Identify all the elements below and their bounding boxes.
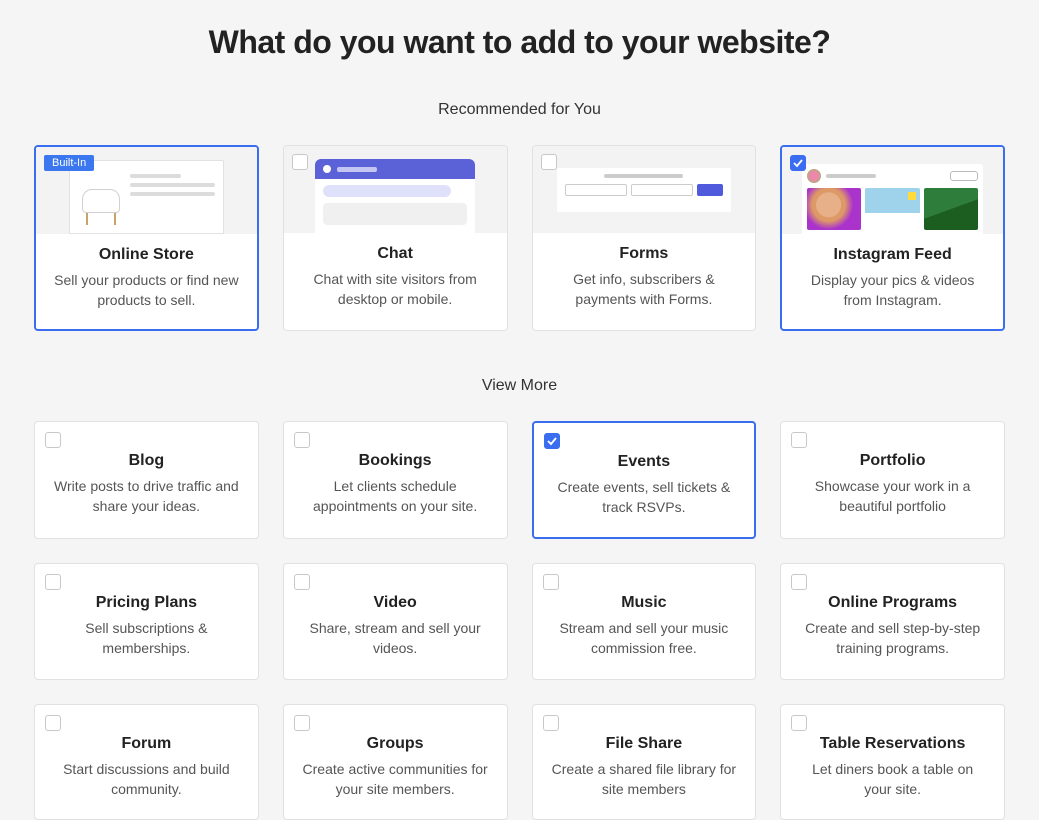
card-thumbnail <box>533 146 756 233</box>
view-more-label: View More <box>34 377 1005 395</box>
card-checkbox[interactable] <box>45 574 61 590</box>
card-desc: Sell your products or find new products … <box>50 270 243 311</box>
card-blog[interactable]: Blog Write posts to drive traffic and sha… <box>34 421 259 540</box>
card-checkbox[interactable] <box>791 715 807 731</box>
card-portfolio[interactable]: Portfolio Showcase your work in a beautif… <box>780 421 1005 540</box>
card-title: Forum <box>53 735 240 753</box>
card-desc: Create events, sell tickets & track RSVP… <box>552 477 737 518</box>
card-title: Events <box>552 453 737 471</box>
card-title: Instagram Feed <box>796 246 989 264</box>
card-groups[interactable]: Groups Create active communities for your… <box>283 704 508 820</box>
card-checkbox[interactable] <box>541 154 557 170</box>
card-desc: Let clients schedule appointments on you… <box>302 476 489 517</box>
page-title: What do you want to add to your website? <box>34 24 1005 61</box>
card-checkbox[interactable] <box>294 574 310 590</box>
card-title: Online Programs <box>799 594 986 612</box>
recommended-grid: Built-In Online Store Sell your products… <box>34 145 1005 331</box>
card-title: Portfolio <box>799 452 986 470</box>
card-desc: Write posts to drive traffic and share y… <box>53 476 240 517</box>
card-title: Chat <box>298 245 493 263</box>
card-title: File Share <box>551 735 738 753</box>
card-checkbox[interactable] <box>543 574 559 590</box>
card-online-programs[interactable]: Online Programs Create and sell step-by-s… <box>780 563 1005 680</box>
card-desc: Chat with site visitors from desktop or … <box>298 269 493 310</box>
card-title: Blog <box>53 452 240 470</box>
card-desc: Sell subscriptions & memberships. <box>53 618 240 659</box>
card-title: Video <box>302 594 489 612</box>
card-file-share[interactable]: File Share Create a shared file library f… <box>532 704 757 820</box>
card-checkbox[interactable] <box>790 155 806 171</box>
card-title: Forms <box>547 245 742 263</box>
card-title: Online Store <box>50 246 243 264</box>
card-chat[interactable]: Chat Chat with site visitors from deskto… <box>283 145 508 331</box>
card-bookings[interactable]: Bookings Let clients schedule appointment… <box>283 421 508 540</box>
card-title: Pricing Plans <box>53 594 240 612</box>
card-desc: Create a shared file library for site me… <box>551 759 738 800</box>
card-music[interactable]: Music Stream and sell your music commissi… <box>532 563 757 680</box>
card-desc: Create active communities for your site … <box>302 759 489 800</box>
card-thumbnail <box>782 147 1003 234</box>
card-desc: Create and sell step-by-step training pr… <box>799 618 986 659</box>
card-title: Bookings <box>302 452 489 470</box>
card-desc: Showcase your work in a beautiful portfo… <box>799 476 986 517</box>
card-desc: Start discussions and build community. <box>53 759 240 800</box>
card-checkbox[interactable] <box>294 715 310 731</box>
card-desc: Stream and sell your music commission fr… <box>551 618 738 659</box>
card-checkbox[interactable] <box>294 432 310 448</box>
card-thumbnail <box>284 146 507 233</box>
card-desc: Display your pics & videos from Instagra… <box>796 270 989 311</box>
card-title: Table Reservations <box>799 735 986 753</box>
card-desc: Share, stream and sell your videos. <box>302 618 489 659</box>
card-forms[interactable]: Forms Get info, subscribers & payments w… <box>532 145 757 331</box>
recommended-label: Recommended for You <box>34 101 1005 119</box>
card-checkbox[interactable] <box>543 715 559 731</box>
card-video[interactable]: Video Share, stream and sell your videos. <box>283 563 508 680</box>
built-in-badge: Built-In <box>44 155 94 171</box>
card-forum[interactable]: Forum Start discussions and build communi… <box>34 704 259 820</box>
card-instagram-feed[interactable]: Instagram Feed Display your pics & video… <box>780 145 1005 331</box>
card-online-store[interactable]: Built-In Online Store Sell your products… <box>34 145 259 331</box>
card-checkbox[interactable] <box>45 715 61 731</box>
view-more-grid: Blog Write posts to drive traffic and sha… <box>34 421 1005 820</box>
card-events[interactable]: Events Create events, sell tickets & trac… <box>532 421 757 540</box>
card-checkbox[interactable] <box>791 574 807 590</box>
card-thumbnail: Built-In <box>36 147 257 234</box>
card-checkbox[interactable] <box>544 433 560 449</box>
card-title: Music <box>551 594 738 612</box>
card-checkbox[interactable] <box>292 154 308 170</box>
card-pricing-plans[interactable]: Pricing Plans Sell subscriptions & member… <box>34 563 259 680</box>
card-desc: Get info, subscribers & payments with Fo… <box>547 269 742 310</box>
card-checkbox[interactable] <box>45 432 61 448</box>
card-table-reservations[interactable]: Table Reservations Let diners book a tabl… <box>780 704 1005 820</box>
card-desc: Let diners book a table on your site. <box>799 759 986 800</box>
card-title: Groups <box>302 735 489 753</box>
card-checkbox[interactable] <box>791 432 807 448</box>
